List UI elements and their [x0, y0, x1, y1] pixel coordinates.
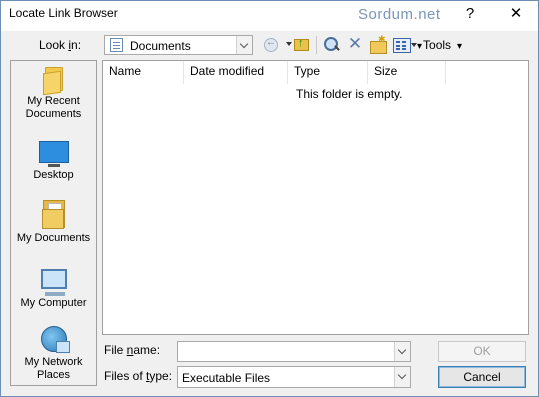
place-label-line2: Documents	[25, 108, 82, 120]
close-button[interactable]: ✕	[501, 3, 531, 27]
file-name-label-text: File	[104, 343, 127, 357]
help-button[interactable]: ?	[457, 3, 483, 27]
place-label: My Documents	[16, 232, 91, 244]
desktop-icon	[38, 141, 69, 167]
files-of-type-value: Executable Files	[182, 371, 271, 385]
empty-folder-message: This folder is empty.	[296, 87, 403, 101]
file-list-view[interactable]: Name Date modified Type Size This folder…	[102, 60, 529, 335]
files-of-type-dropdown[interactable]: Executable Files	[177, 366, 411, 388]
chevron-down-icon[interactable]	[394, 342, 410, 361]
network-places-icon	[40, 326, 70, 353]
place-label: My Computer	[20, 297, 87, 309]
window-title: Locate Link Browser	[9, 6, 118, 20]
look-in-label: Look in:	[39, 38, 81, 52]
look-in-label-text-end: n:	[71, 38, 82, 52]
column-header-size[interactable]: Size	[368, 61, 446, 84]
look-in-value: Documents	[130, 39, 191, 53]
back-history-arrow-icon[interactable]	[286, 42, 292, 46]
tools-label: Tools	[423, 38, 452, 52]
place-label-line2: Places	[36, 369, 71, 381]
place-desktop[interactable]: Desktop	[11, 141, 96, 182]
documents-folder-icon	[110, 38, 123, 52]
views-icon[interactable]	[392, 36, 411, 54]
back-icon[interactable]	[262, 36, 280, 54]
file-dialog-window: Locate Link Browser Sordum.net ? ✕ Look …	[0, 0, 539, 397]
place-label: Desktop	[33, 169, 74, 181]
delete-icon[interactable]: ✕	[346, 35, 364, 54]
place-label: My Recent	[27, 95, 80, 107]
look-in-label-text: Look	[39, 38, 69, 52]
title-bar: Locate Link Browser Sordum.net ? ✕	[1, 1, 538, 31]
up-folder-icon[interactable]	[286, 36, 312, 54]
column-header-date-modified[interactable]: Date modified	[184, 61, 288, 84]
new-folder-icon[interactable]	[369, 34, 387, 54]
chevron-down-icon[interactable]	[394, 367, 410, 387]
column-header-type[interactable]: Type	[288, 61, 368, 84]
place-my-documents[interactable]: My Documents	[11, 200, 96, 245]
tools-menu-button[interactable]: ▾Tools ▾	[417, 38, 462, 52]
place-my-computer[interactable]: My Computer	[11, 269, 96, 310]
recent-documents-icon	[44, 67, 63, 91]
chevron-down-icon[interactable]	[236, 36, 252, 54]
files-of-type-label-text: Files of	[104, 369, 147, 383]
place-my-recent-documents[interactable]: My Recent Documents	[11, 67, 96, 121]
my-documents-icon	[41, 200, 65, 229]
place-my-network-places[interactable]: My Network Places	[11, 326, 96, 382]
files-of-type-label: Files of type:	[104, 369, 172, 383]
file-name-label: File name:	[104, 343, 160, 357]
ok-button[interactable]: OK	[438, 341, 526, 362]
my-computer-icon	[40, 269, 67, 296]
chevron-down-icon: ▾	[457, 41, 463, 52]
look-in-dropdown[interactable]: Documents	[104, 35, 253, 55]
watermark-text: Sordum.net	[358, 6, 441, 23]
file-name-label-text-end: ame:	[133, 343, 161, 357]
search-web-icon[interactable]	[323, 36, 341, 54]
column-header-name[interactable]: Name	[103, 61, 184, 84]
files-of-type-label-text-end: ype:	[149, 369, 173, 383]
toolbar-divider	[316, 36, 317, 54]
places-bar: My Recent Documents Desktop My Documents…	[10, 60, 97, 386]
place-label: My Network	[24, 356, 83, 368]
cancel-button[interactable]: Cancel	[438, 366, 526, 388]
tools-dropdown-marker-icon: ▾	[417, 41, 423, 52]
file-name-input[interactable]	[177, 341, 411, 362]
folder-up-icon	[294, 37, 309, 51]
